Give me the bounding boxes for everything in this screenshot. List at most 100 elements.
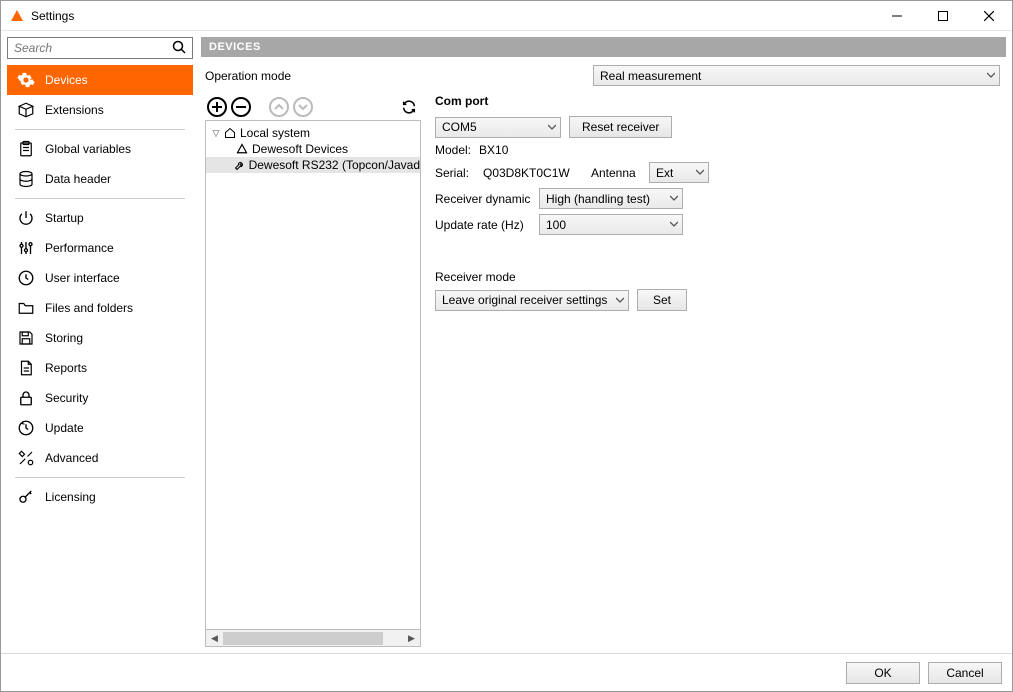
- sidebar-item-label: Licensing: [45, 490, 96, 504]
- document-icon: [17, 359, 35, 377]
- remove-device-button[interactable]: [231, 97, 251, 117]
- sidebar-item-data-header[interactable]: Data header: [7, 164, 193, 194]
- scroll-thumb[interactable]: [223, 632, 383, 645]
- sidebar-item-extensions[interactable]: Extensions: [7, 95, 193, 125]
- sidebar-item-label: Extensions: [45, 103, 104, 117]
- refresh-tree-button[interactable]: [399, 97, 419, 117]
- sidebar-item-label: Storing: [45, 331, 83, 345]
- sidebar-item-label: Update: [45, 421, 84, 435]
- receiver-dynamic-value: High (handling test): [546, 192, 650, 206]
- sidebar-item-performance[interactable]: Performance: [7, 233, 193, 263]
- minimize-button[interactable]: [874, 1, 920, 31]
- reset-receiver-label: Reset receiver: [582, 120, 659, 134]
- sidebar-item-label: Advanced: [45, 451, 98, 465]
- tools-icon: [17, 449, 35, 467]
- close-button[interactable]: [966, 1, 1012, 31]
- maximize-button[interactable]: [920, 1, 966, 31]
- box-icon: [17, 101, 35, 119]
- app-icon: [9, 8, 25, 24]
- scroll-left-icon[interactable]: ◀: [206, 631, 223, 646]
- sidebar-item-update[interactable]: Update: [7, 413, 193, 443]
- power-icon: [17, 209, 35, 227]
- sidebar: Devices Extensions Global variables: [7, 37, 193, 653]
- cancel-button[interactable]: Cancel: [928, 662, 1002, 684]
- tree-node-dewesoft-rs232[interactable]: Dewesoft RS232 (Topcon/Javad: [206, 157, 420, 173]
- clock-icon: [17, 269, 35, 287]
- sidebar-nav: Devices Extensions Global variables: [7, 65, 193, 653]
- operation-mode-label: Operation mode: [205, 69, 585, 83]
- tree-node-dewesoft-devices[interactable]: Dewesoft Devices: [206, 141, 420, 157]
- sidebar-item-label: Devices: [45, 73, 88, 87]
- sidebar-item-devices[interactable]: Devices: [7, 65, 193, 95]
- sidebar-item-user-interface[interactable]: User interface: [7, 263, 193, 293]
- scroll-track[interactable]: [223, 631, 403, 646]
- gear-icon: [17, 71, 35, 89]
- com-port-dropdown[interactable]: COM5: [435, 117, 561, 138]
- antenna-dropdown[interactable]: Ext: [649, 162, 709, 183]
- move-down-button[interactable]: [293, 97, 313, 117]
- key-icon: [17, 488, 35, 506]
- operation-mode-value: Real measurement: [600, 69, 701, 83]
- sidebar-separator: [15, 129, 185, 130]
- sidebar-item-label: Data header: [45, 172, 111, 186]
- receiver-dynamic-dropdown[interactable]: High (handling test): [539, 188, 683, 209]
- operation-mode-dropdown[interactable]: Real measurement: [593, 65, 1000, 86]
- com-port-value: COM5: [442, 120, 477, 134]
- sidebar-item-storing[interactable]: Storing: [7, 323, 193, 353]
- search-input[interactable]: [8, 38, 192, 58]
- titlebar: Settings: [1, 1, 1012, 31]
- chevron-down-icon: [670, 195, 678, 203]
- sidebar-item-licensing[interactable]: Licensing: [7, 482, 193, 512]
- set-label: Set: [653, 293, 671, 307]
- refresh-icon: [17, 419, 35, 437]
- chevron-down-icon: [987, 72, 995, 80]
- update-rate-dropdown[interactable]: 100: [539, 214, 683, 235]
- device-detail-panel: Com port COM5 Reset receiver Model: BX10: [435, 94, 1000, 647]
- tree-node-label: Dewesoft Devices: [252, 142, 348, 156]
- window-title: Settings: [31, 9, 74, 23]
- expand-toggle-icon[interactable]: ▽: [210, 128, 222, 139]
- com-port-header: Com port: [435, 94, 1000, 108]
- receiver-dynamic-label: Receiver dynamic: [435, 192, 531, 206]
- receiver-mode-value: Leave original receiver settings: [442, 293, 607, 307]
- sliders-icon: [17, 239, 35, 257]
- scroll-right-icon[interactable]: ▶: [403, 631, 420, 646]
- database-icon: [17, 170, 35, 188]
- search-icon: [172, 40, 188, 56]
- move-up-button[interactable]: [269, 97, 289, 117]
- antenna-label: Antenna: [591, 166, 641, 180]
- chevron-down-icon: [670, 221, 678, 229]
- sidebar-item-startup[interactable]: Startup: [7, 203, 193, 233]
- search-field[interactable]: [7, 37, 193, 59]
- antenna-value: Ext: [656, 166, 673, 180]
- main-panel: DEVICES Operation mode Real measurement: [201, 37, 1006, 653]
- sidebar-item-files-and-folders[interactable]: Files and folders: [7, 293, 193, 323]
- ok-button[interactable]: OK: [846, 662, 920, 684]
- chevron-down-icon: [548, 124, 556, 132]
- serial-value: Q03D8KT0C1W: [483, 166, 583, 180]
- set-button[interactable]: Set: [637, 289, 687, 311]
- folder-icon: [17, 299, 35, 317]
- lock-icon: [17, 389, 35, 407]
- add-device-button[interactable]: [207, 97, 227, 117]
- update-rate-label: Update rate (Hz): [435, 218, 531, 232]
- tree-horizontal-scrollbar[interactable]: ◀ ▶: [205, 630, 421, 647]
- sidebar-item-security[interactable]: Security: [7, 383, 193, 413]
- sidebar-item-reports[interactable]: Reports: [7, 353, 193, 383]
- model-label: Model:: [435, 143, 471, 157]
- receiver-mode-label: Receiver mode: [435, 270, 516, 284]
- sidebar-item-global-variables[interactable]: Global variables: [7, 134, 193, 164]
- tree-node-local-system[interactable]: ▽ Local system: [206, 125, 420, 141]
- tree-node-label: Dewesoft RS232 (Topcon/Javad: [249, 158, 420, 172]
- sidebar-item-label: Startup: [45, 211, 84, 225]
- settings-window: Settings Devi: [0, 0, 1013, 692]
- device-tree[interactable]: ▽ Local system Dewesoft Devices: [205, 120, 421, 630]
- sidebar-item-label: User interface: [45, 271, 120, 285]
- reset-receiver-button[interactable]: Reset receiver: [569, 116, 672, 138]
- sidebar-item-advanced[interactable]: Advanced: [7, 443, 193, 473]
- update-rate-value: 100: [546, 218, 566, 232]
- chevron-down-icon: [616, 297, 624, 305]
- receiver-mode-dropdown[interactable]: Leave original receiver settings: [435, 290, 629, 311]
- sidebar-item-label: Reports: [45, 361, 87, 375]
- triangle-icon: [234, 141, 250, 157]
